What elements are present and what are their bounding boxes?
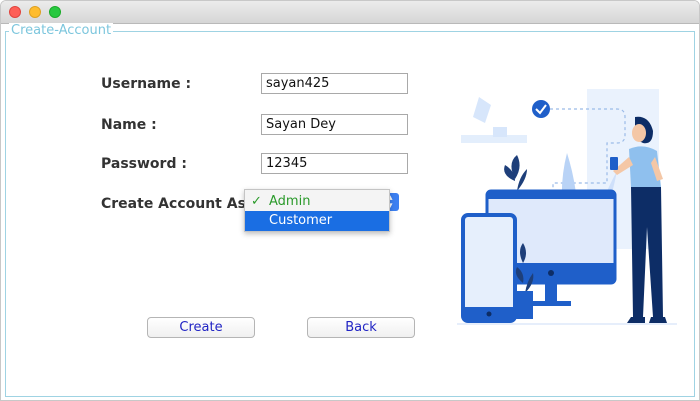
tablet-shape: [461, 213, 517, 323]
password-field[interactable]: 12345: [261, 153, 408, 174]
title-bar: [1, 1, 699, 24]
panel-title: Create-Account: [9, 23, 114, 38]
maximize-window-button[interactable]: [49, 6, 61, 18]
name-field[interactable]: Sayan Dey: [261, 114, 408, 135]
account-type-label: Create Account As :: [101, 196, 257, 212]
option-admin-label: Admin: [269, 194, 311, 209]
minimize-window-button[interactable]: [29, 6, 41, 18]
check-circle-icon: [532, 100, 550, 118]
account-type-dropdown[interactable]: ✓ Admin Customer: [244, 189, 390, 232]
option-customer-label: Customer: [269, 213, 333, 228]
option-admin[interactable]: ✓ Admin: [245, 192, 389, 212]
password-label: Password :: [101, 156, 187, 172]
name-label: Name :: [101, 117, 157, 133]
check-icon: ✓: [251, 194, 262, 209]
back-button[interactable]: Back: [307, 317, 415, 338]
username-field[interactable]: sayan425: [261, 73, 408, 94]
account-illustration: [457, 89, 677, 325]
close-window-button[interactable]: [9, 6, 21, 18]
option-customer[interactable]: Customer: [245, 211, 389, 231]
plant-leaf-shape: [473, 97, 491, 123]
pot-shape: [493, 127, 507, 137]
app-window: Create-Account Username : sayan425 Name …: [0, 0, 700, 401]
username-label: Username :: [101, 76, 192, 92]
create-button[interactable]: Create: [147, 317, 255, 338]
